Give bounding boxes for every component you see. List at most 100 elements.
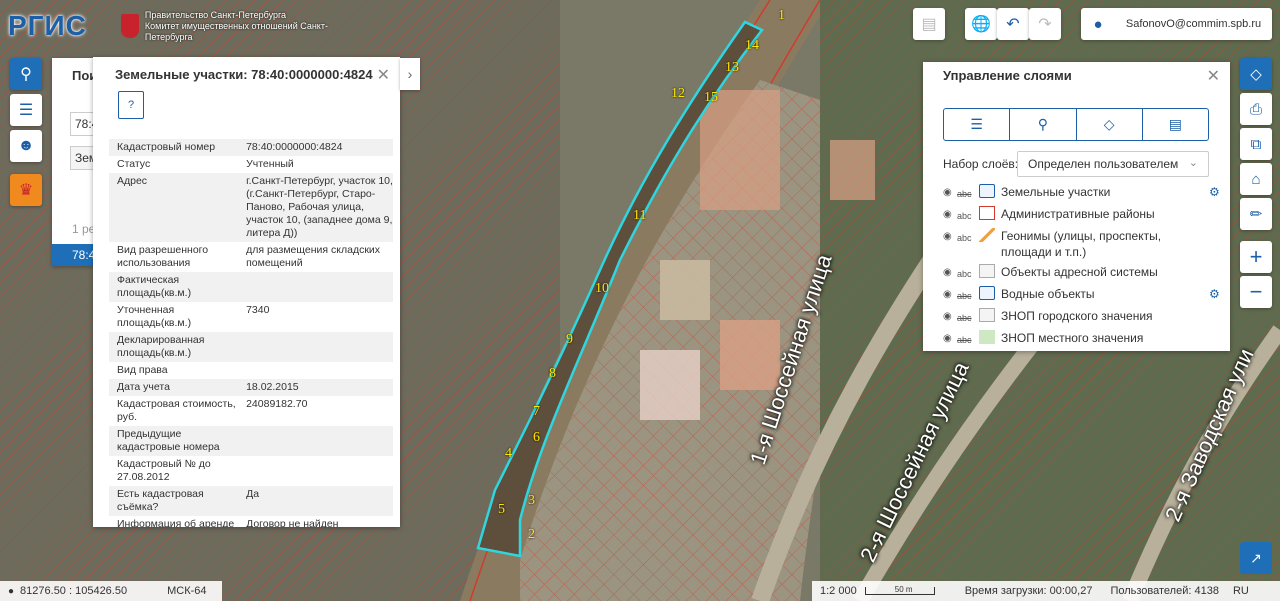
layer-item[interactable]: ◉ abc Геонимы (улицы, проспекты, площади и…	[943, 226, 1223, 262]
label-toggle-icon[interactable]: abc	[957, 208, 979, 224]
info-panel-title: Земельные участки: 78:40:0000000:4824	[115, 67, 373, 82]
visibility-eye-icon[interactable]: ◉	[943, 229, 957, 245]
attribute-row: Дата учета 18.02.2015	[109, 379, 393, 396]
layer-symbol-icon	[979, 330, 995, 344]
survey-point-label: 4	[505, 446, 512, 461]
attribute-key: Кадастровая стоимость, руб.	[117, 398, 236, 423]
left-toolbar: ⚲ ☰ ☻ ♛	[10, 58, 42, 210]
select-layers-button[interactable]: ☰	[944, 109, 1011, 140]
location-pin-icon: ●	[8, 585, 15, 597]
save-layers-button[interactable]: ▤	[1143, 109, 1208, 140]
ruler-icon: ✏	[1249, 206, 1263, 223]
fullscreen-button[interactable]: ↗	[1240, 542, 1272, 574]
attribute-row: Фактическая площадь(кв.м.)	[109, 272, 393, 302]
measure-button[interactable]: ✏	[1240, 198, 1272, 230]
label-toggle-icon[interactable]: abc	[957, 310, 979, 326]
label-toggle-icon[interactable]: abc	[957, 288, 979, 304]
visibility-eye-icon[interactable]: ◉	[943, 207, 957, 223]
survey-point-label: 14	[745, 38, 759, 53]
layer-symbol-icon	[979, 184, 995, 198]
clipboard-button[interactable]: ▤	[913, 8, 945, 40]
menu-button[interactable]: ☰	[10, 94, 42, 126]
status-bar-left: ● 81276.50 : 105426.50 МСК-64	[0, 581, 222, 601]
layer-name: Административные районы	[1001, 207, 1155, 221]
user-account[interactable]: ● SafonovO@commim.spb.ru	[1081, 8, 1272, 40]
layer-item[interactable]: ◉ abc ЗНОП городского значения	[943, 306, 1223, 328]
attribute-key: Кадастровый № до 27.08.2012	[117, 458, 211, 483]
layer-item[interactable]: ◉ abc Земельные участки ⚙	[943, 182, 1223, 204]
layer-list: ◉ abc Земельные участки ⚙ ◉ abc Административн…	[943, 182, 1223, 350]
visibility-eye-icon[interactable]: ◉	[943, 331, 957, 347]
redo-button[interactable]: ↷	[1029, 8, 1061, 40]
layers-button[interactable]: ◇	[1240, 58, 1272, 90]
visibility-eye-icon[interactable]: ◉	[943, 265, 957, 281]
city-emblem-button[interactable]: ♛	[10, 174, 42, 206]
visibility-eye-icon[interactable]: ◉	[943, 287, 957, 303]
checklist-icon: ☰	[970, 116, 983, 132]
app-logo[interactable]: РГИС Правительство Санкт-Петербурга Коми…	[8, 6, 375, 46]
label-toggle-icon[interactable]: abc	[957, 186, 979, 202]
attribute-value: г.Санкт-Петербург, участок 10, (г.Санкт-…	[246, 175, 393, 239]
zoom-in-button[interactable]: +	[1240, 241, 1272, 273]
layer-item[interactable]: ◉ abc Водные объекты ⚙	[943, 284, 1223, 306]
city-emblem-icon: ♛	[18, 182, 34, 199]
survey-point-label: 1	[778, 8, 785, 23]
user-list-icon: ☻	[17, 137, 35, 154]
org-line-2: Комитет имущественных отношений Санкт-Пе…	[144, 20, 328, 42]
survey-point-label: 6	[533, 430, 540, 445]
map-scale[interactable]: 1:2 000	[820, 585, 857, 597]
close-icon[interactable]: ✕	[1207, 66, 1220, 86]
gear-icon[interactable]: ⚙	[1209, 286, 1223, 302]
attribute-key: Уточненная площадь(кв.м.)	[117, 304, 192, 329]
layers-panel: Управление слоями ✕ ☰ ⚲ ◇ ▤ Набор слоёв:…	[923, 62, 1230, 351]
globe-button[interactable]: 🌐	[965, 8, 997, 40]
undo-icon: ↶	[1006, 16, 1020, 33]
search-icon: ⚲	[20, 66, 32, 83]
undo-button[interactable]: ↶	[997, 8, 1029, 40]
layer-name: Геонимы (улицы, проспекты, площади и т.п…	[1001, 229, 1162, 259]
home-icon: ⌂	[1251, 170, 1261, 188]
layer-item[interactable]: ◉ abc Административные районы	[943, 204, 1223, 226]
home-button[interactable]: ⌂	[1240, 163, 1272, 195]
attribute-key: Дата учета	[117, 381, 170, 393]
clipboard-icon: ▤	[921, 16, 937, 33]
user-icon: ●	[1093, 15, 1103, 33]
layer-item[interactable]: ◉ abc Объекты адресной системы	[943, 262, 1223, 284]
attribute-key: Вид разрешенного использования	[117, 244, 209, 269]
layer-symbol-icon	[979, 308, 995, 322]
attribute-row: Вид разрешенного использования для размещ…	[109, 242, 393, 272]
search-button[interactable]: ⚲	[10, 58, 42, 90]
survey-point-label: 2	[528, 527, 535, 542]
label-toggle-icon[interactable]: abc	[957, 332, 979, 348]
layer-stack-button[interactable]: ◇	[1077, 109, 1143, 140]
scale-bar: 50 m	[864, 586, 935, 595]
filter-layers-button[interactable]: ⚲	[1010, 109, 1077, 140]
attribute-row: Кадастровый номер 78:40:0000000:4824	[109, 139, 393, 156]
collapse-panel-button[interactable]: ›	[400, 58, 420, 90]
attribute-key: Кадастровый номер	[117, 141, 216, 153]
share-button[interactable]: ⧉	[1240, 128, 1272, 160]
visibility-eye-icon[interactable]: ◉	[943, 309, 957, 325]
gear-icon[interactable]: ⚙	[1209, 184, 1223, 200]
layer-set-select[interactable]: Определен пользователем ⌄	[1017, 151, 1209, 177]
label-toggle-icon[interactable]: abc	[957, 266, 979, 282]
user-list-button[interactable]: ☻	[10, 130, 42, 162]
label-toggle-icon[interactable]: abc	[957, 230, 979, 246]
attribute-row: Предыдущие кадастровые номера	[109, 426, 393, 456]
print-icon: ⎙	[1249, 100, 1262, 118]
print-button[interactable]: ⎙	[1240, 93, 1272, 125]
attribute-row: Кадастровый № до 27.08.2012	[109, 456, 393, 486]
zoom-out-button[interactable]: −	[1240, 276, 1272, 308]
language-selector[interactable]: RU	[1233, 585, 1249, 597]
attribute-value: Учтенный	[246, 158, 294, 170]
expand-icon: ↗	[1250, 549, 1262, 566]
survey-point-label: 7	[533, 404, 540, 419]
close-icon[interactable]: ✕	[377, 65, 390, 85]
document-icon[interactable]: ?	[118, 91, 144, 119]
attribute-key: Вид права	[117, 364, 168, 376]
visibility-eye-icon[interactable]: ◉	[943, 185, 957, 201]
attribute-key: Есть кадастровая съёмка?	[117, 488, 204, 513]
layer-item[interactable]: ◉ abc ЗНОП местного значения	[943, 328, 1223, 350]
user-email: SafonovO@commim.spb.ru	[1125, 18, 1262, 30]
crs-selector[interactable]: МСК-64	[167, 585, 206, 597]
